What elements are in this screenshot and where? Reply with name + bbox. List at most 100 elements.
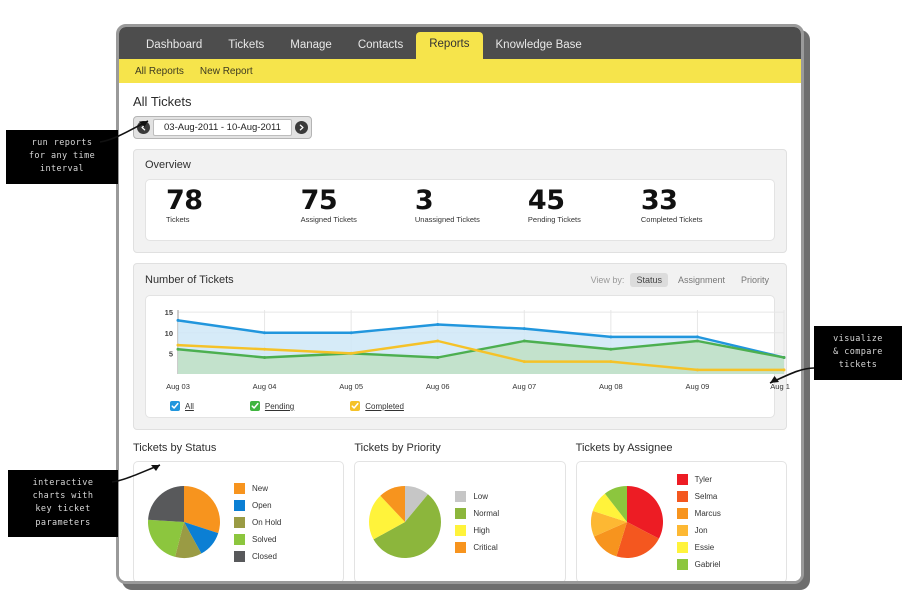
pie-legend-item[interactable]: Open — [234, 499, 281, 511]
pie-legend-item[interactable]: Essie — [676, 542, 721, 554]
overview-title: Overview — [145, 159, 191, 172]
pie-slice[interactable] — [148, 486, 184, 523]
pie-legend-item[interactable]: On Hold — [234, 516, 281, 528]
legend-toggle-all[interactable]: All — [170, 401, 194, 412]
annotation-line: charts with — [32, 491, 94, 502]
pie-legend-item[interactable]: Jon — [676, 525, 721, 537]
nav-item-manage[interactable]: Manage — [277, 34, 345, 60]
legend-swatch — [455, 508, 467, 520]
x-axis-label: Aug 08 — [598, 382, 623, 392]
checkbox-icon[interactable] — [249, 401, 260, 412]
pie-legend: New Open On Hold Solved Closed — [234, 482, 281, 562]
annotation-line: for any time — [28, 151, 96, 162]
view-by-priority[interactable]: Priority — [735, 273, 775, 287]
date-range-input[interactable]: 03-Aug-2011 - 10-Aug-2011 — [153, 119, 292, 137]
legend-label: Selma — [694, 492, 718, 502]
legend-label: Solved — [252, 534, 277, 544]
nav-item-dashboard[interactable]: Dashboard — [133, 34, 215, 60]
stat-label: Tickets — [166, 215, 190, 225]
legend-swatch — [676, 525, 688, 537]
pie-legend: Low Normal High Critical — [455, 491, 499, 554]
pie-legend-item[interactable]: Selma — [676, 491, 721, 503]
stat-tickets: 78 Tickets — [166, 185, 203, 225]
annotation-line: & compare — [833, 347, 883, 358]
view-by-assignment[interactable]: Assignment — [672, 273, 731, 287]
stat-unassigned-tickets: 3 Unassigned Tickets — [414, 185, 480, 225]
pie-legend-item[interactable]: Critical — [455, 542, 499, 554]
checkbox-icon[interactable] — [170, 401, 180, 412]
stat-value: 78 — [166, 185, 203, 217]
legend-swatch — [234, 516, 245, 528]
pie-legend-item[interactable]: Tyler — [676, 474, 721, 486]
pie-panel-tickets-by-priority: Tickets by Priority Low Normal High Critical — [354, 442, 566, 581]
app-window-content: Dashboard Tickets Manage Contacts Reports Kno… — [119, 27, 801, 581]
tickets-chart-header: Number of Tickets View by: Status Assignm… — [145, 273, 775, 288]
stat-assigned-tickets: 75 Assigned Tickets — [300, 185, 357, 224]
view-by-status[interactable]: Status — [630, 273, 668, 288]
checkbox-icon[interactable] — [350, 401, 361, 412]
pie-legend-item[interactable]: Gabriel — [676, 559, 721, 571]
screenshot-root: Dashboard Tickets Manage Contacts Reports Kno… — [0, 0, 910, 605]
pie-legend-item[interactable]: Solved — [234, 533, 281, 545]
pie-chart-svg[interactable] — [144, 482, 224, 562]
pie-legend-item[interactable]: New — [234, 482, 281, 494]
pie-card: Tyler Selma Marcus Jon Essie Gabriel — [575, 461, 787, 581]
nav-item-tickets[interactable]: Tickets — [215, 34, 277, 60]
legend-label: Jon — [694, 526, 708, 536]
subnav-item-new-report[interactable]: New Report — [200, 66, 253, 77]
svg-text:15: 15 — [165, 309, 173, 318]
next-arrow-icon[interactable] — [294, 121, 308, 135]
pie-legend-item[interactable]: Normal — [455, 508, 499, 520]
legend-swatch — [455, 525, 467, 537]
legend-label: Marcus — [694, 509, 721, 519]
stat-pending-tickets: 45 Pending Tickets — [527, 185, 581, 224]
stat-value: 33 — [640, 185, 678, 217]
nav-item-knowledge-base[interactable]: Knowledge Base — [483, 34, 595, 60]
legend-swatch — [234, 482, 245, 494]
legend-toggle-completed[interactable]: Completed — [350, 401, 404, 412]
legend-toggle-pending[interactable]: Pending — [249, 401, 295, 412]
legend-swatch — [676, 542, 688, 554]
view-by-label: View by: — [590, 275, 625, 286]
annotation-arrow-run-reports — [99, 120, 149, 143]
svg-text:5: 5 — [169, 350, 173, 359]
page-title: All Tickets — [133, 94, 192, 109]
pie-legend-item[interactable]: Low — [455, 491, 499, 503]
legend-label: Pending — [264, 401, 295, 411]
legend-swatch — [676, 474, 688, 486]
x-axis-label: Aug 09 — [685, 382, 710, 392]
pie-legend-item[interactable]: Closed — [234, 550, 281, 562]
stat-value: 3 — [414, 185, 434, 217]
pie-legend-item[interactable]: Marcus — [676, 508, 721, 520]
annotation-line: parameters — [35, 517, 91, 528]
stat-label: Unassigned Tickets — [414, 215, 480, 225]
annotation-arrow-visualize — [769, 367, 815, 384]
legend-label: Completed — [365, 401, 404, 411]
legend-label: Tyler — [694, 475, 712, 485]
overview-stats: 78 Tickets 75 Assigned Tickets 3 Unassigned T… — [145, 179, 775, 242]
nav-item-contacts[interactable]: Contacts — [345, 34, 416, 60]
pie-chart-svg[interactable] — [587, 482, 667, 562]
legend-swatch — [676, 559, 688, 571]
legend-label: All — [185, 401, 194, 411]
stat-completed-tickets: 33 Completed Tickets — [640, 185, 703, 224]
pie-chart-svg[interactable] — [365, 482, 445, 562]
annotation-visualize: visualize & compare tickets — [814, 326, 902, 380]
nav-item-reports[interactable]: Reports — [416, 31, 483, 59]
stat-value: 75 — [300, 185, 338, 217]
annotation-arrow-interactive — [111, 464, 161, 483]
line-chart-legend: All Pending Completed — [152, 395, 768, 413]
x-axis-label: Aug 06 — [425, 382, 450, 392]
subnav-item-all-reports[interactable]: All Reports — [135, 66, 184, 77]
legend-swatch — [455, 542, 467, 554]
legend-swatch — [676, 508, 688, 520]
legend-swatch — [676, 491, 688, 503]
line-chart[interactable]: 5 10 15 Aug 03 Aug 04 Aug 05 Aug 06 Aug 07 Aug 0… — [152, 304, 790, 395]
stat-value: 45 — [527, 185, 565, 217]
pie-legend-item[interactable]: High — [455, 525, 499, 537]
sub-navigation: All Reports New Report — [119, 59, 801, 83]
legend-label: Gabriel — [694, 560, 721, 570]
line-chart-svg: 5 10 15 — [165, 309, 786, 375]
view-by-options: Status Assignment Priority — [630, 273, 775, 288]
legend-swatch — [455, 491, 467, 503]
